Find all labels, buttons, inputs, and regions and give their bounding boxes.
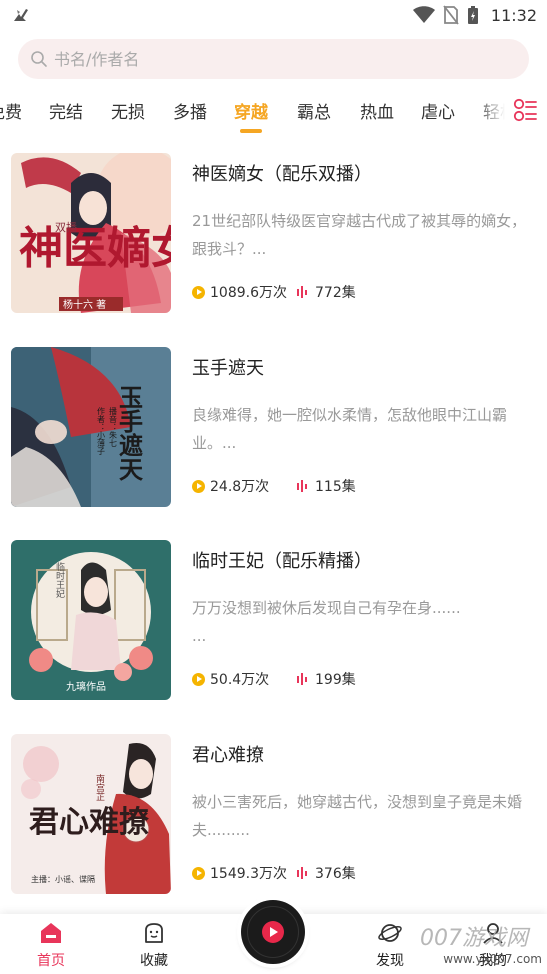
book-item[interactable]: 临时王妃 九璃作品 临时王妃（配乐精播） 万万没想到被休后发现自己有孕在身...…	[0, 537, 547, 707]
search-bar[interactable]	[18, 39, 529, 79]
play-count-value: 1549.3万次	[210, 866, 287, 882]
cover-author: 杨十六 著	[63, 298, 106, 311]
book-item[interactable]: 君心难撩 南宫芷 主播：小谣、谍隔 君心难撩 被小三害死后，她穿越古代，没想到皇…	[0, 731, 547, 901]
nav-home-label: 首页	[37, 953, 65, 969]
episode-count: 376集	[296, 863, 356, 883]
cover-author: 主播：小谣、谍隔	[31, 874, 95, 884]
favorite-box-icon	[145, 923, 163, 943]
play-count: 50.4万次	[192, 669, 296, 689]
cover-tag: 双播	[55, 220, 77, 234]
book-item[interactable]: 玉手遮天 作者：小薄子 播音：朱七 玉手遮天 良缘难得，她一腔似水柔情，怎敌他眼…	[0, 344, 547, 514]
episode-count-value: 199集	[315, 672, 356, 688]
cover-tag: 南宫芷	[94, 773, 105, 801]
tab-ceo[interactable]: 霸总	[297, 98, 331, 128]
cover-author: 九璃作品	[66, 680, 106, 693]
book-item[interactable]: 神医嫡女 双播 杨十六 著 神医嫡女（配乐双播） 21世纪部队特级医官穿越古代成…	[0, 150, 547, 320]
play-count-value: 24.8万次	[210, 479, 270, 495]
play-count: 1549.3万次	[192, 863, 296, 883]
book-stats: 1549.3万次 376集	[192, 863, 356, 883]
book-description: 被小三害死后，她穿越古代，没想到皇子竟是未婚夫.........	[192, 793, 523, 839]
discover-planet-icon	[378, 924, 402, 942]
active-tab-indicator	[240, 129, 262, 133]
book-cover[interactable]: 神医嫡女 双播 杨十六 著	[11, 153, 171, 313]
book-stats: 24.8万次 115集	[192, 476, 356, 496]
book-stats: 1089.6万次 772集	[192, 282, 356, 302]
book-cover[interactable]: 玉手遮天 作者：小薄子 播音：朱七	[11, 347, 171, 507]
tabs-fade	[475, 90, 505, 136]
watermark-text: 007游戏网	[420, 926, 528, 951]
play-count-icon	[192, 285, 205, 299]
cover-title: 君心难撩	[29, 805, 149, 840]
tab-free[interactable]: 免费	[0, 98, 22, 128]
play-count-value: 50.4万次	[210, 672, 270, 688]
play-count: 24.8万次	[192, 476, 296, 496]
status-icons: 11:32	[412, 4, 537, 26]
episodes-bars-icon	[297, 673, 307, 685]
play-disc-icon[interactable]	[241, 900, 305, 964]
episodes-bars-icon	[297, 480, 307, 492]
cover-tag: 播音：朱七	[109, 406, 118, 447]
nav-discover-label: 发现	[376, 953, 404, 969]
play-button[interactable]	[262, 921, 284, 943]
play-count-value: 1089.6万次	[210, 285, 287, 301]
no-sim-icon	[443, 5, 459, 25]
play-count-icon	[192, 866, 205, 880]
episode-count-value: 772集	[315, 285, 356, 301]
play-count-icon	[192, 672, 205, 686]
book-title[interactable]: 君心难撩	[192, 741, 264, 767]
watermark: 007游戏网 www.yx007.com	[418, 920, 544, 970]
search-icon	[31, 51, 47, 67]
play-count-icon	[192, 479, 205, 493]
book-cover[interactable]: 君心难撩 南宫芷 主播：小谣、谍隔	[11, 734, 171, 894]
episode-count-value: 115集	[315, 479, 356, 495]
tab-lossless[interactable]: 无损	[111, 98, 145, 128]
episode-count: 115集	[296, 476, 356, 496]
bird-notification-icon	[14, 9, 28, 21]
cover-title: 临时王妃	[54, 561, 65, 599]
book-description: 良缘难得，她一腔似水柔情，怎敌他眼中江山霸业。...	[192, 406, 508, 452]
episode-count: 199集	[296, 669, 356, 689]
nav-discover[interactable]: 发现	[360, 920, 420, 974]
cover-art-image: 神医嫡女 双播 杨十六 著	[11, 153, 171, 313]
book-description: 21世纪部队特级医官穿越古代成了被其辱的嫡女，跟我斗？...	[192, 212, 527, 258]
category-tabs: 免费 完结 无损 多播 穿越 霸总 热血 虐心 轻松	[0, 90, 505, 136]
tab-multi-cast[interactable]: 多播	[173, 98, 207, 128]
status-bar: 11:32	[0, 0, 547, 30]
episode-count: 772集	[296, 282, 356, 302]
watermark-url: www.yx007.com	[443, 952, 542, 966]
cover-art-image: 临时王妃 九璃作品	[11, 540, 171, 700]
home-icon	[41, 923, 61, 943]
cover-art-image: 君心难撩 南宫芷 主播：小谣、谍隔	[11, 734, 171, 894]
clock: 11:32	[490, 5, 537, 25]
tab-angst[interactable]: 虐心	[421, 98, 455, 128]
search-input[interactable]	[54, 49, 474, 69]
nav-home[interactable]: 首页	[21, 920, 81, 974]
book-stats: 50.4万次 199集	[192, 669, 356, 689]
cover-art-image: 玉手遮天 作者：小薄子 播音：朱七	[11, 347, 171, 507]
book-title[interactable]: 神医嫡女（配乐双播）	[192, 160, 372, 186]
book-title[interactable]: 玉手遮天	[192, 354, 264, 380]
tab-finished[interactable]: 完结	[49, 98, 83, 128]
cover-author: 作者：小薄子	[97, 406, 106, 455]
cover-title: 玉手遮天	[115, 385, 144, 482]
wifi-icon	[412, 6, 435, 23]
tab-time-travel[interactable]: 穿越	[234, 98, 268, 128]
episodes-bars-icon	[297, 867, 307, 879]
episode-count-value: 376集	[315, 866, 356, 882]
category-grid-icon[interactable]	[512, 97, 538, 123]
book-cover[interactable]: 临时王妃 九璃作品	[11, 540, 171, 700]
book-description: 万万没想到被休后发现自己有孕在身...... ...	[192, 599, 461, 645]
book-title[interactable]: 临时王妃（配乐精播）	[192, 547, 372, 573]
nav-favorites[interactable]: 收藏	[124, 920, 184, 974]
episodes-bars-icon	[297, 286, 307, 298]
nav-favorites-label: 收藏	[140, 953, 168, 969]
battery-charging-icon	[467, 6, 478, 24]
play-count: 1089.6万次	[192, 282, 296, 302]
cover-title: 神医嫡女	[19, 223, 171, 274]
tab-action[interactable]: 热血	[360, 98, 394, 128]
